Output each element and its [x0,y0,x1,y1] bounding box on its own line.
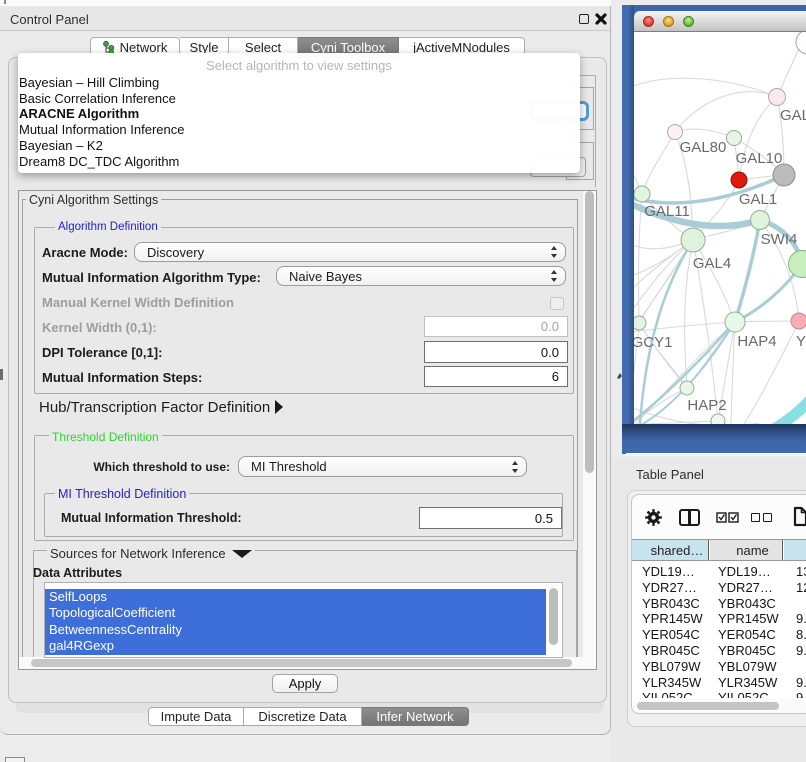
svg-text:GAL4: GAL4 [693,255,731,272]
svg-text:HAP2: HAP2 [687,397,726,414]
svg-text:GAL80: GAL80 [680,139,727,156]
svg-text:GCY1: GCY1 [634,334,672,351]
svg-text:GAL: GAL [780,107,806,124]
svg-text:GAL1: GAL1 [739,191,777,208]
svg-text:GAL11: GAL11 [644,203,690,220]
svg-text:HAP4: HAP4 [737,333,776,350]
svg-text:GAL10: GAL10 [736,150,783,167]
svg-text:SWI4: SWI4 [761,231,798,248]
svg-text:Y: Y [796,333,806,350]
